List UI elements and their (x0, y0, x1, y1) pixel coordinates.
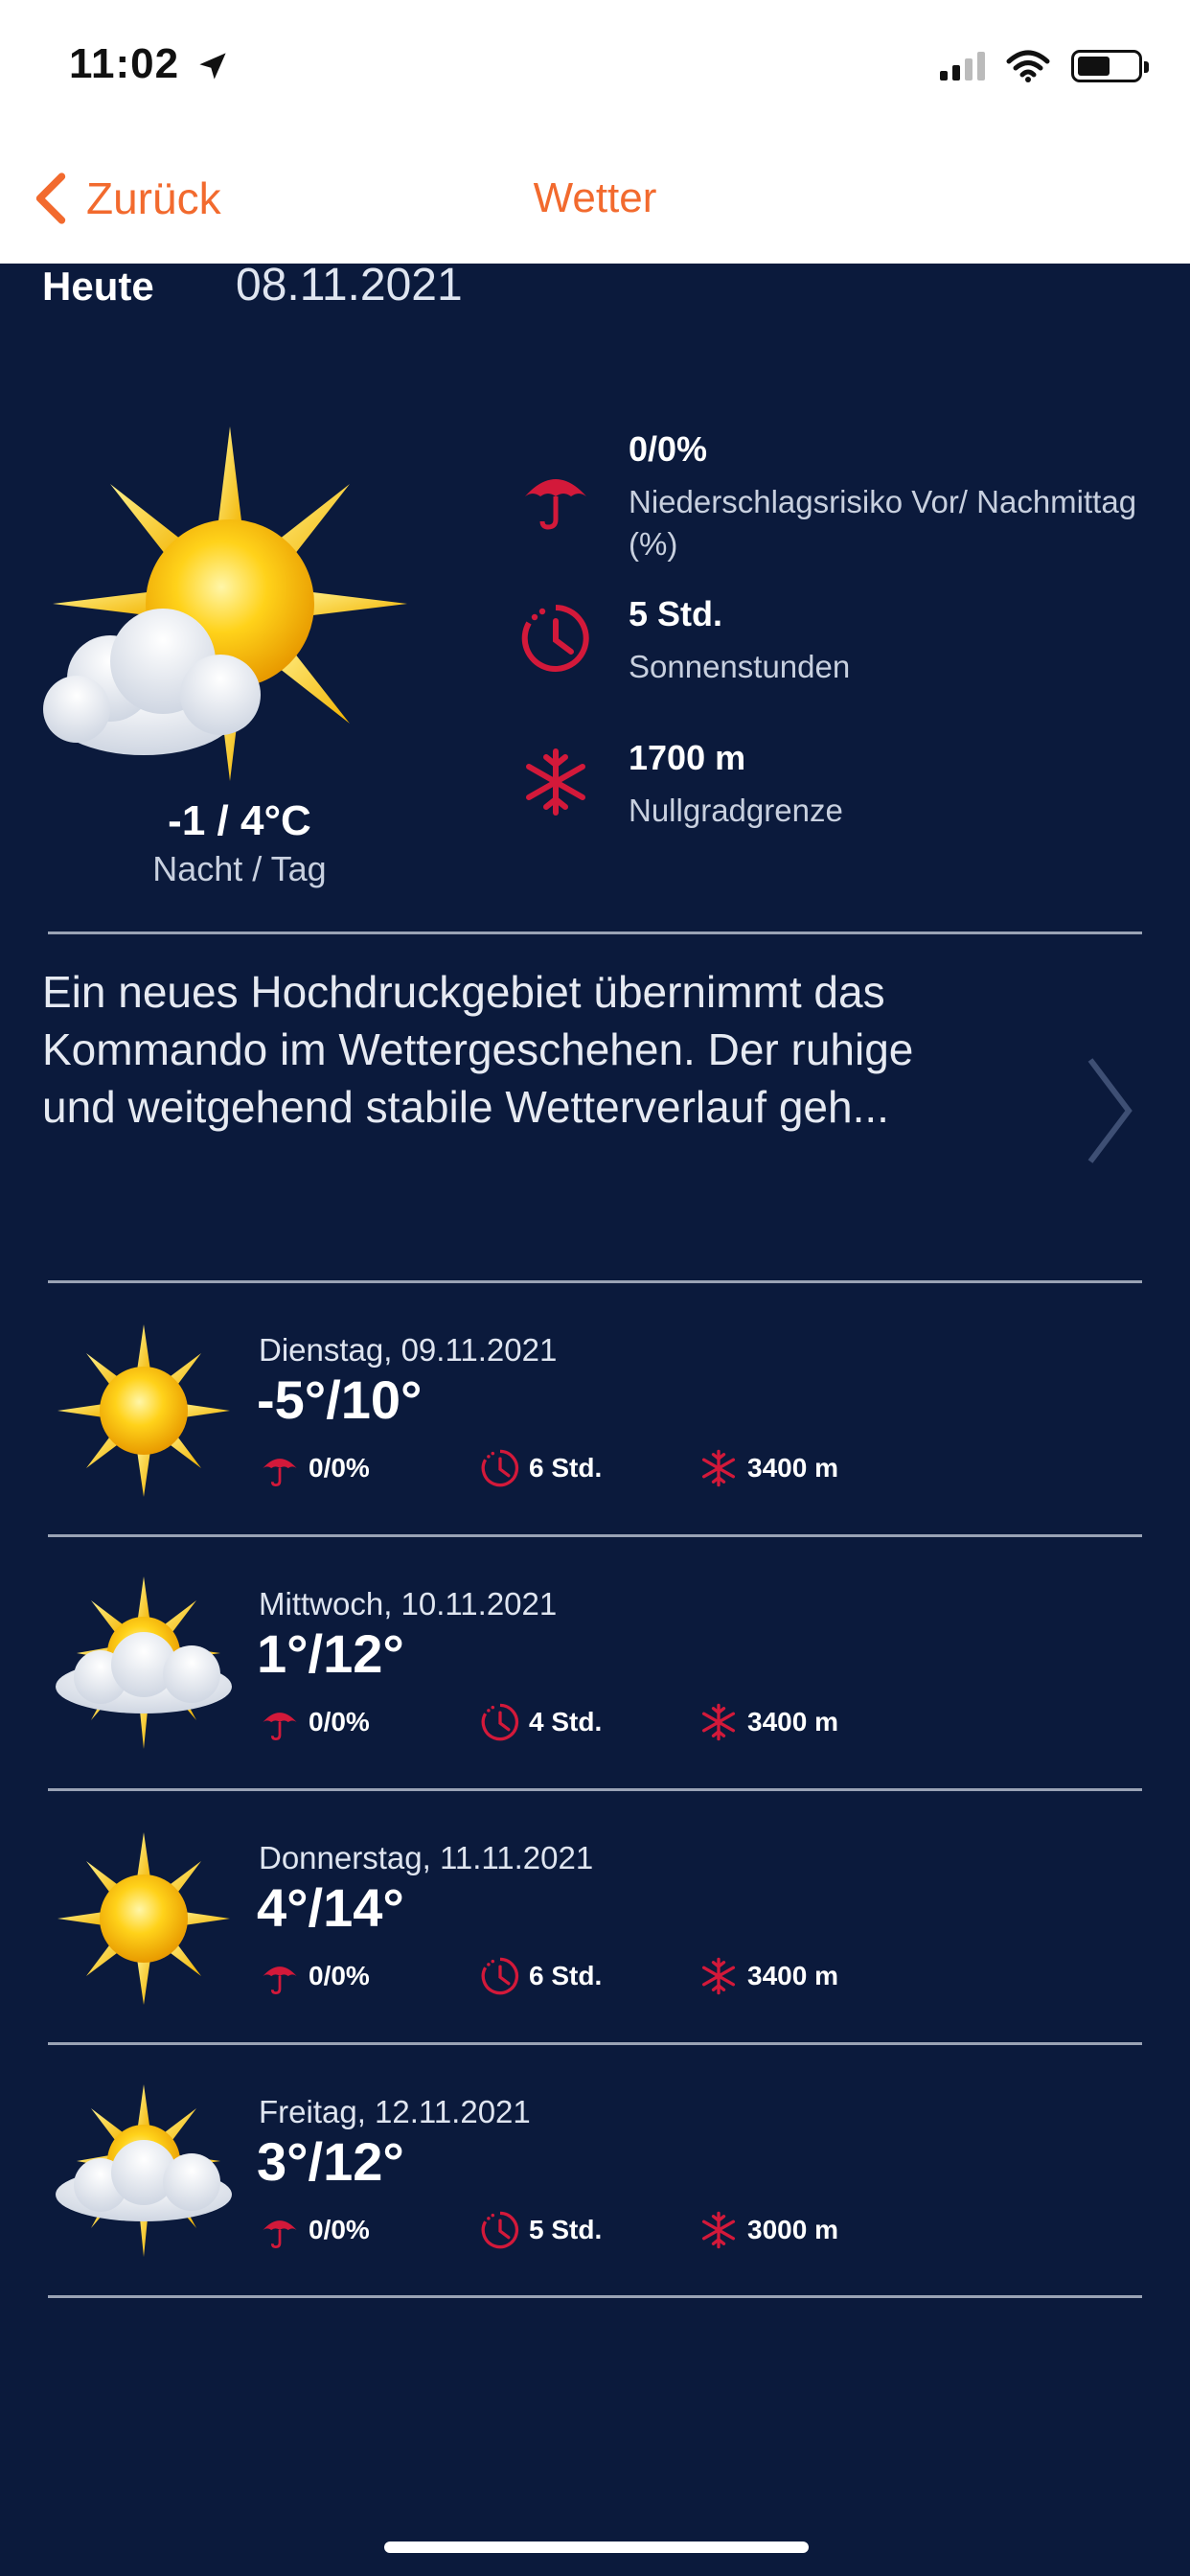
wifi-icon (1006, 50, 1050, 82)
snowflake-icon (517, 744, 594, 820)
forecast-temperature: 4°/14° (257, 1877, 404, 1938)
umbrella-icon (259, 1955, 301, 1997)
today-date: 08.11.2021 (236, 260, 463, 310)
forecast-row[interactable]: Dienstag, 09.11.2021 -5°/10° 0/0% 6 Std.… (0, 1322, 1190, 1576)
forecast-temperature: -5°/10° (257, 1369, 423, 1430)
today-temperature: -1 / 4°C (168, 797, 311, 844)
snowflake-icon (698, 1447, 740, 1489)
clock-icon (479, 1447, 521, 1489)
battery-icon (1071, 50, 1149, 82)
home-indicator[interactable] (384, 2542, 809, 2553)
forecast-precip: 0/0% (259, 2209, 370, 2251)
divider (48, 1788, 1142, 1791)
forecast-zero-degree: 3000 m (698, 2209, 838, 2251)
precip-label: Niederschlagsrisiko Vor/ Nachmittag (%) (629, 484, 1137, 562)
umbrella-icon (259, 2209, 301, 2251)
precip-value: 0/0% (629, 429, 708, 469)
sun-cloud-icon (43, 426, 407, 781)
status-icons (940, 50, 1149, 82)
clock-icon (479, 1955, 521, 1997)
location-arrow-icon (199, 53, 226, 80)
umbrella-icon (259, 1447, 301, 1489)
divider (48, 1280, 1142, 1283)
zero-degree-label: Nullgradgrenze (629, 793, 843, 828)
zero-degree-value: 1700 m (629, 738, 746, 777)
today-temperature-label: Nacht / Tag (152, 849, 327, 888)
forecast-day: Mittwoch, 10.11.2021 (259, 1586, 558, 1622)
clock-icon (517, 600, 594, 677)
umbrella-icon (517, 458, 594, 535)
today-label: Heute (42, 264, 154, 309)
signal-icon (940, 52, 985, 80)
clock-icon (479, 1701, 521, 1743)
forecast-sun-hours: 6 Std. (479, 1955, 602, 1997)
umbrella-icon (259, 1701, 301, 1743)
status-time: 11:02 (69, 40, 180, 87)
forecast-sun-hours: 6 Std. (479, 1447, 602, 1489)
forecast-sun-hours: 4 Std. (479, 1701, 602, 1743)
forecast-sun-hours: 5 Std. (479, 2209, 602, 2251)
forecast-day: Dienstag, 09.11.2021 (259, 1332, 558, 1368)
forecast-zero-degree: 3400 m (698, 1701, 838, 1743)
header: 11:02 Zurück Wetter (0, 0, 1190, 264)
forecast-precip: 0/0% (259, 1955, 370, 1997)
forecast-precip: 0/0% (259, 1447, 370, 1489)
sun-hours-label: Sonnenstunden (629, 649, 851, 684)
divider (48, 932, 1142, 934)
sun-icon (57, 1324, 230, 1497)
sun-hours-value: 5 Std. (629, 594, 723, 633)
divider (48, 1534, 1142, 1537)
forecast-row[interactable]: Freitag, 12.11.2021 3°/12° 0/0% 5 Std. 3… (0, 2084, 1190, 2338)
forecast-row[interactable]: Donnerstag, 11.11.2021 4°/14° 0/0% 6 Std… (0, 1830, 1190, 2084)
clock-icon (479, 2209, 521, 2251)
forecast-day: Freitag, 12.11.2021 (259, 2094, 531, 2129)
forecast-temperature: 3°/12° (257, 2131, 404, 2192)
sun-cloud-icon (56, 1576, 232, 1749)
sun-cloud-icon (56, 2084, 232, 2257)
page-title: Wetter (533, 174, 657, 221)
snowflake-icon (698, 2209, 740, 2251)
forecast-zero-degree: 3400 m (698, 1955, 838, 1997)
snowflake-icon (698, 1955, 740, 1997)
divider (48, 2295, 1142, 2298)
forecast-zero-degree: 3400 m (698, 1447, 838, 1489)
weather-description[interactable]: Ein neues Hochdruckgebiet übernimmt das … (42, 963, 981, 1136)
sun-icon (57, 1832, 230, 2005)
forecast-day: Donnerstag, 11.11.2021 (259, 1840, 594, 1875)
forecast-temperature: 1°/12° (257, 1623, 404, 1684)
snowflake-icon (698, 1701, 740, 1743)
divider (48, 2042, 1142, 2045)
forecast-precip: 0/0% (259, 1701, 370, 1743)
forecast-row[interactable]: Mittwoch, 10.11.2021 1°/12° 0/0% 4 Std. … (0, 1576, 1190, 1830)
chevron-right-icon[interactable] (1083, 1054, 1136, 1167)
